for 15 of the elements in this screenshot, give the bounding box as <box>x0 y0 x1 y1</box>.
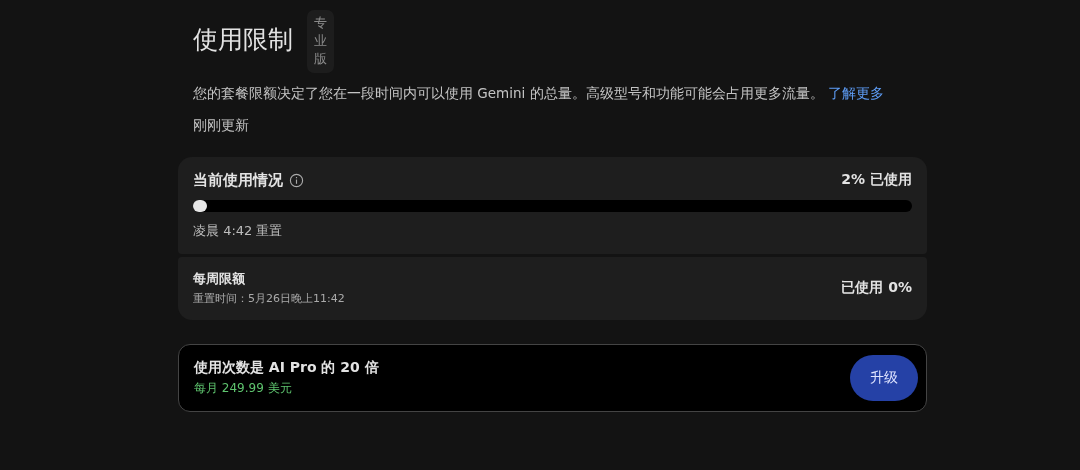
plan-badge: 专业版 <box>307 10 334 73</box>
upgrade-title: 使用次数是 AI Pro 的 20 倍 <box>194 358 379 377</box>
price-text: 每月 249.99 美元 <box>194 379 293 397</box>
reset-text: 凌晨 4:42 重置 <box>193 221 284 240</box>
updated-text: 刚刚更新 <box>192 116 250 135</box>
learn-more-link[interactable]: 了解更多 <box>827 84 884 101</box>
description-text: 您的套餐限额决定了您在一段时间内可以使用 Gemini 的总量。高级型号和功能可能会占用更多流量。 了解更多 <box>192 84 885 103</box>
usage-title: 当前使用情况 <box>193 170 283 190</box>
info-icon[interactable] <box>289 172 304 188</box>
weekly-reading: 已使用 0% <box>841 279 912 298</box>
upgrade-button[interactable]: 升级 <box>850 354 918 401</box>
weekly-reset-text: 重置时间：5月26日晚上11:42 <box>193 291 345 307</box>
page-title: 使用限制 <box>193 24 293 56</box>
weekly-title: 每周限额 <box>193 270 246 289</box>
usage-reading: 2% 已使用 <box>841 171 912 190</box>
